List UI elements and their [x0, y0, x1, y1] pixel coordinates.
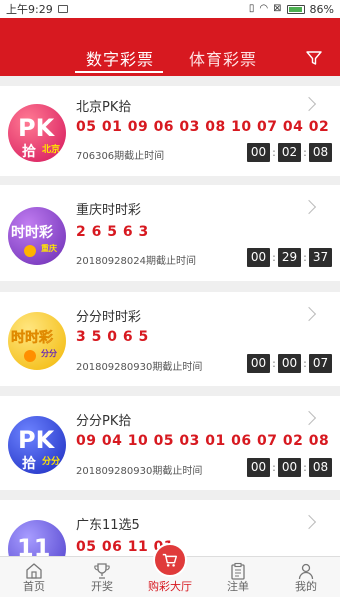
nav-label: 我的: [295, 580, 317, 593]
timer-seconds: 07: [309, 354, 332, 373]
logo-main-text: PK: [18, 114, 56, 142]
countdown-timer: 00: 29: 37: [247, 248, 332, 267]
logo-secondary-text: 拾: [22, 455, 36, 472]
logo-main-text: 时时彩: [11, 329, 53, 346]
timer-minutes: 00: [278, 354, 301, 373]
tab-sports-lottery[interactable]: 体育彩票: [189, 46, 257, 70]
lottery-card[interactable]: PK 拾 分分 分分PK拾 09 04 10 05 03 01 06 07 02…: [0, 396, 340, 490]
lottery-period: 20180928093​0期截止时间: [76, 466, 203, 477]
user-icon: [298, 563, 314, 580]
message-icon: [57, 5, 68, 13]
status-time: 上午9:29: [6, 3, 53, 16]
lottery-logo: PK 拾 分分: [8, 416, 66, 474]
nav-profile[interactable]: 我的: [272, 557, 340, 597]
lottery-name: 分分PK拾: [76, 414, 132, 429]
logo-tag-text: 分分: [42, 455, 60, 467]
lottery-numbers: 3 5 0 6 5: [76, 329, 149, 345]
lottery-logo: 时时彩 分分: [8, 312, 66, 370]
lottery-logo: PK 拾 北京: [8, 104, 66, 162]
timer-seconds: 37: [309, 248, 332, 267]
lottery-numbers: 09 04 10 05 03 01 06 07 02 08: [76, 433, 330, 449]
active-tab-indicator: [75, 71, 163, 73]
status-bar: 上午9:29 ▯ ◠ ⊠ 86%: [0, 0, 340, 18]
header: 数字彩票 体育彩票: [0, 18, 340, 76]
nav-label: 开奖: [91, 580, 113, 593]
logo-main-text: PK: [18, 426, 56, 454]
no-sim-icon: ⊠: [273, 3, 282, 14]
battery-level: 86%: [309, 2, 334, 16]
timer-hours: 00: [247, 143, 270, 162]
lottery-numbers: 2 6 5 6 3: [76, 224, 149, 240]
chevron-right-icon: [301, 514, 317, 530]
timer-minutes: 29: [278, 248, 301, 267]
lottery-name: 重庆时时彩: [76, 203, 142, 218]
timer-hours: 00: [247, 354, 270, 373]
filter-icon[interactable]: [306, 50, 322, 66]
lottery-card[interactable]: 时时彩 重庆 重庆时时彩 2 6 5 6 3 20180928024期截止时间 …: [0, 185, 340, 281]
chevron-right-icon: [301, 410, 317, 426]
nav-orders[interactable]: 注单: [204, 557, 272, 597]
logo-main-text: 时时彩: [11, 224, 53, 241]
lottery-card[interactable]: PK 拾 北京 北京PK拾 05 01 09 06 03 08 10 07 04…: [0, 86, 340, 176]
timer-hours: 00: [247, 458, 270, 477]
timer-minutes: 00: [278, 458, 301, 477]
chevron-right-icon: [301, 96, 317, 112]
lottery-list: PK 拾 北京 北京PK拾 05 01 09 06 03 08 10 07 04…: [0, 76, 340, 556]
tab-digital-lottery[interactable]: 数字彩票: [86, 46, 154, 70]
countdown-timer: 00: 00: 08: [247, 458, 332, 477]
logo-main-text: 11: [17, 534, 50, 556]
lottery-logo: 时时彩 重庆: [8, 207, 66, 265]
lottery-period: 20180928024期截止时间: [76, 256, 196, 267]
lottery-numbers: 05 01 09 06 03 08 10 07 04 02: [76, 119, 330, 135]
lottery-name: 广东11选5: [76, 518, 140, 533]
chevron-right-icon: [301, 199, 317, 215]
logo-tag-text: 重庆: [41, 243, 57, 253]
wifi-icon: ◠: [259, 3, 269, 14]
chevron-right-icon: [301, 306, 317, 322]
nav-label: 首页: [23, 580, 45, 593]
logo-tag-text: 北京: [42, 143, 60, 155]
nav-label: 购彩大厅: [148, 580, 192, 593]
logo-secondary-text: 拾: [22, 143, 36, 160]
home-icon: [26, 563, 42, 579]
timer-minutes: 02: [278, 143, 301, 162]
bottom-nav: 首页 开奖 购彩大厅 注单 我的: [0, 543, 340, 597]
logo-tag-text: 分分: [41, 348, 57, 358]
lottery-name: 北京PK拾: [76, 100, 132, 115]
timer-seconds: 08: [309, 458, 332, 477]
lottery-name: 分分时时彩: [76, 310, 142, 325]
trophy-icon: [94, 563, 110, 579]
nav-lottery-hall[interactable]: 购彩大厅: [136, 543, 204, 597]
clipboard-icon: [231, 562, 245, 580]
nav-home[interactable]: 首页: [0, 557, 68, 597]
lottery-card[interactable]: 时时彩 分分 分分时时彩 3 5 0 6 5 20180928093​0期截止时…: [0, 292, 340, 386]
countdown-timer: 00: 00: 07: [247, 354, 332, 373]
nav-label: 注单: [227, 580, 249, 593]
cart-icon: [153, 543, 187, 577]
nav-results[interactable]: 开奖: [68, 557, 136, 597]
lottery-period: 706306期截止时间: [76, 151, 165, 162]
countdown-timer: 00: 02: 08: [247, 143, 332, 162]
timer-hours: 00: [247, 248, 270, 267]
lottery-period: 20180928093​0期截止时间: [76, 362, 203, 373]
vibrate-icon: ▯: [248, 3, 255, 14]
lottery-logo: 11: [8, 520, 66, 556]
timer-seconds: 08: [309, 143, 332, 162]
battery-icon: [286, 4, 305, 14]
